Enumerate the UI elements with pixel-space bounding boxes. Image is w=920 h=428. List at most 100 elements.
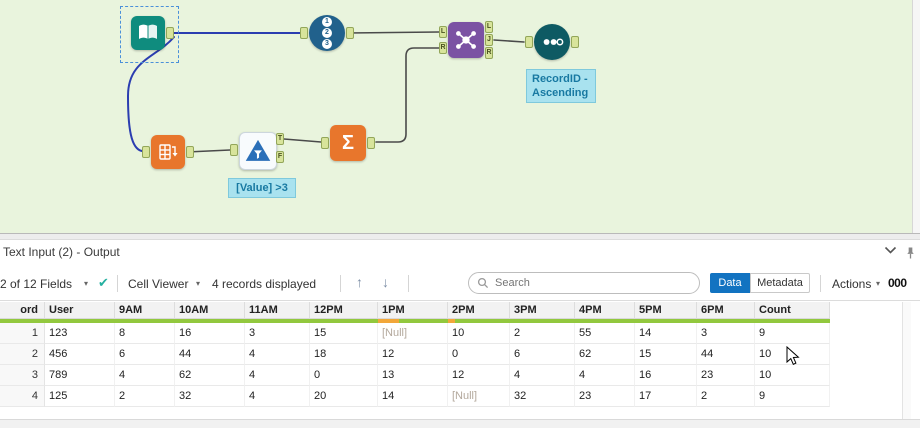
filter-output-false-anchor[interactable]: F	[276, 151, 284, 163]
column-header[interactable]: 4PM	[575, 302, 635, 319]
table-cell[interactable]: 18	[310, 344, 378, 365]
text-input-output-anchor[interactable]	[166, 27, 174, 39]
column-header[interactable]: 9AM	[115, 302, 175, 319]
connection-recordid-join[interactable]	[346, 31, 440, 34]
actions-caret-icon[interactable]: ▾	[876, 279, 880, 288]
table-cell[interactable]: 4	[245, 386, 310, 407]
table-cell[interactable]: 23	[697, 365, 755, 386]
table-cell[interactable]: 4	[245, 365, 310, 386]
table-cell[interactable]: 62	[175, 365, 245, 386]
text-input-tool[interactable]	[131, 16, 165, 50]
cell-viewer-caret-icon[interactable]: ▾	[196, 279, 200, 288]
table-cell[interactable]: 17	[635, 386, 697, 407]
table-cell[interactable]: 2	[510, 323, 575, 344]
table-cell[interactable]: [Null]	[378, 323, 448, 344]
search-input[interactable]	[468, 272, 700, 294]
arrow-up-icon[interactable]: ↑	[356, 274, 363, 290]
row-number[interactable]: 4	[0, 386, 45, 407]
table-cell[interactable]: 10	[448, 323, 510, 344]
table-cell[interactable]: 15	[635, 344, 697, 365]
arrow-down-icon[interactable]: ↓	[382, 274, 389, 290]
join-output-right-anchor[interactable]: R	[485, 47, 493, 59]
table-cell[interactable]: 123	[45, 323, 115, 344]
table-scrollbar[interactable]	[902, 302, 911, 419]
row-number[interactable]: 3	[0, 365, 45, 386]
table-cell[interactable]: 0	[310, 365, 378, 386]
table-cell[interactable]: 4	[510, 365, 575, 386]
table-cell[interactable]: 12	[448, 365, 510, 386]
column-header[interactable]: 11AM	[245, 302, 310, 319]
table-cell[interactable]: 62	[575, 344, 635, 365]
table-cell[interactable]: 3	[245, 323, 310, 344]
sort-annotation[interactable]: RecordID - Ascending	[526, 69, 596, 103]
sort-tool[interactable]	[534, 24, 570, 60]
connection-filter-summarize[interactable]	[283, 138, 322, 143]
cell-viewer-dropdown[interactable]: Cell Viewer	[128, 277, 188, 291]
column-header[interactable]: ord	[0, 302, 45, 319]
record-id-tool[interactable]: 1 2 3	[309, 15, 345, 51]
table-cell[interactable]: 4	[245, 344, 310, 365]
sort-output-anchor[interactable]	[571, 36, 579, 48]
chevron-down-icon[interactable]	[884, 246, 897, 255]
tab-data[interactable]: Data	[710, 273, 750, 293]
column-header[interactable]: 12PM	[310, 302, 378, 319]
transpose-output-anchor[interactable]	[186, 146, 194, 158]
join-tool[interactable]	[448, 22, 484, 58]
table-cell[interactable]: 16	[635, 365, 697, 386]
table-cell[interactable]: 8	[115, 323, 175, 344]
table-cell[interactable]: 32	[175, 386, 245, 407]
table-cell[interactable]: 9	[755, 323, 830, 344]
canvas-scrollbar[interactable]	[912, 0, 920, 233]
column-header[interactable]: 5PM	[635, 302, 697, 319]
transpose-input-anchor[interactable]	[142, 146, 150, 158]
filter-input-anchor[interactable]	[230, 144, 238, 156]
summarize-tool[interactable]: Σ	[330, 125, 366, 161]
bottom-scrollbar-area[interactable]	[0, 419, 920, 428]
table-cell[interactable]: 4	[115, 365, 175, 386]
table-cell[interactable]: 6	[115, 344, 175, 365]
column-header[interactable]: Count	[755, 302, 830, 319]
table-cell[interactable]: 0	[448, 344, 510, 365]
record-id-input-anchor[interactable]	[300, 27, 308, 39]
filter-annotation[interactable]: [Value] >3	[228, 178, 296, 198]
table-cell[interactable]: [Null]	[448, 386, 510, 407]
pin-icon[interactable]	[905, 246, 916, 260]
table-cell[interactable]: 789	[45, 365, 115, 386]
table-cell[interactable]: 6	[510, 344, 575, 365]
filter-output-true-anchor[interactable]: T	[276, 133, 284, 145]
table-cell[interactable]: 55	[575, 323, 635, 344]
table-cell[interactable]: 456	[45, 344, 115, 365]
filter-tool[interactable]	[239, 132, 277, 170]
column-header[interactable]: 1PM	[378, 302, 448, 319]
fields-summary-dropdown[interactable]: 2 of 12 Fields	[0, 277, 72, 291]
table-cell[interactable]: 125	[45, 386, 115, 407]
table-cell[interactable]: 2	[115, 386, 175, 407]
table-cell[interactable]: 23	[575, 386, 635, 407]
table-cell[interactable]: 20	[310, 386, 378, 407]
tab-metadata[interactable]: Metadata	[750, 273, 810, 293]
join-output-left-anchor[interactable]: L	[485, 21, 493, 33]
table-cell[interactable]: 10	[755, 365, 830, 386]
table-cell[interactable]: 2	[697, 386, 755, 407]
join-output-join-anchor[interactable]: J	[485, 34, 493, 46]
summarize-input-anchor[interactable]	[321, 137, 329, 149]
panel-splitter[interactable]	[0, 233, 920, 240]
table-cell[interactable]: 15	[310, 323, 378, 344]
workflow-canvas[interactable]: 1 2 3 L R L J R RecordID - Ascending T F…	[0, 0, 920, 233]
table-cell[interactable]: 32	[510, 386, 575, 407]
transpose-tool[interactable]	[151, 135, 185, 169]
table-cell[interactable]: 13	[378, 365, 448, 386]
column-header[interactable]: 3PM	[510, 302, 575, 319]
table-cell[interactable]: 12	[378, 344, 448, 365]
summarize-output-anchor[interactable]	[367, 137, 375, 149]
table-cell[interactable]: 14	[635, 323, 697, 344]
table-cell[interactable]: 3	[697, 323, 755, 344]
table-cell[interactable]: 16	[175, 323, 245, 344]
column-header[interactable]: 6PM	[697, 302, 755, 319]
actions-dropdown[interactable]: Actions	[832, 277, 871, 291]
column-header[interactable]: 2PM	[448, 302, 510, 319]
join-input-left-anchor[interactable]: L	[439, 26, 447, 38]
sort-input-anchor[interactable]	[525, 36, 533, 48]
connection-summarize-join[interactable]	[375, 47, 440, 143]
row-number[interactable]: 2	[0, 344, 45, 365]
